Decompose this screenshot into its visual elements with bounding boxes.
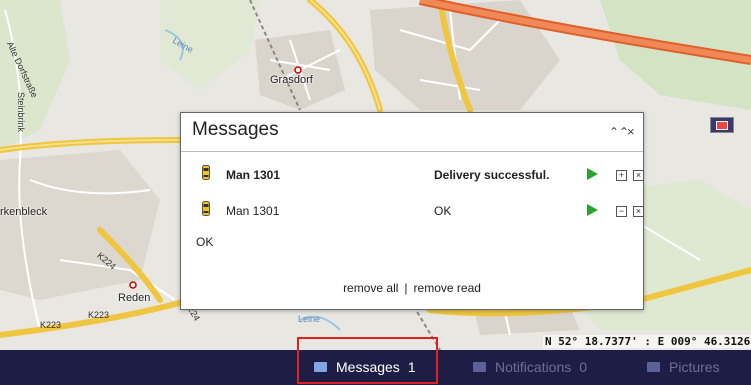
tab-pictures[interactable]: Pictures (647, 359, 720, 375)
message-text: OK (434, 204, 452, 218)
play-icon[interactable] (587, 204, 598, 216)
coordinate-readout: N 52° 18.7377' : E 009° 46.3126 (543, 335, 751, 348)
message-text: Delivery successful. (434, 168, 550, 182)
map-layer-button[interactable] (710, 117, 734, 133)
remove-all-link[interactable]: remove all (343, 281, 398, 295)
close-icon[interactable]: × (627, 124, 635, 139)
tab-label: Notifications (495, 359, 572, 375)
place-label: rkenbleck (0, 206, 48, 218)
dialog-footer: remove all | remove read (181, 281, 643, 295)
remove-icon[interactable]: × (633, 206, 644, 217)
play-icon[interactable] (587, 168, 598, 180)
dialog-title: Messages (192, 119, 279, 140)
dialog-header: Messages ⌃⌃ × (181, 113, 643, 152)
expand-icon[interactable]: + (616, 170, 627, 181)
message-row[interactable]: Man 1301 Delivery successful. + × (197, 165, 644, 185)
map-layer-icon (716, 120, 728, 130)
collapse-row-icon[interactable]: − (616, 206, 627, 217)
car-icon (202, 201, 210, 216)
highlight-box (297, 337, 438, 384)
message-detail: OK (196, 235, 214, 249)
message-sender: Man 1301 (226, 204, 280, 218)
messages-dialog: Messages ⌃⌃ × Man 1301 Delivery successf… (180, 112, 644, 310)
tab-count: 0 (579, 359, 588, 375)
tab-notifications[interactable]: Notifications 0 (473, 359, 587, 375)
place-label: Grasdorf (270, 74, 313, 86)
car-icon (202, 165, 210, 180)
footer-separator: | (404, 281, 408, 295)
remove-icon[interactable]: × (633, 170, 644, 181)
street-label: Steinbrink (16, 92, 26, 133)
place-label: Reden (118, 292, 151, 304)
tab-label: Pictures (669, 359, 720, 375)
message-sender: Man 1301 (226, 168, 281, 182)
road-label: K223 (88, 310, 110, 320)
notification-icon (473, 362, 486, 372)
picture-icon (647, 362, 660, 372)
street-label: Leine (298, 314, 321, 324)
road-label: K223 (40, 320, 62, 330)
message-row[interactable]: Man 1301 OK − × (197, 201, 644, 221)
remove-read-link[interactable]: remove read (414, 281, 481, 295)
